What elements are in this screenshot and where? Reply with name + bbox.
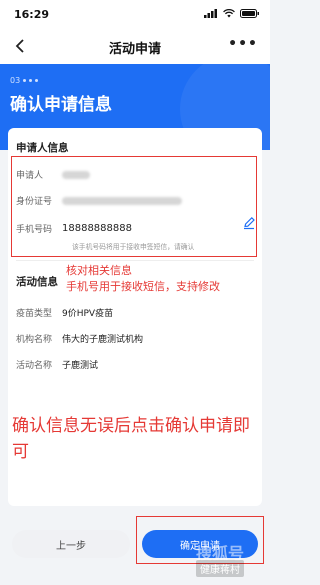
watermark-text: 健康蒋村 (196, 560, 244, 577)
step-indicator: 03 (10, 76, 39, 85)
nav-bar: 活动申请 ••• (0, 28, 270, 64)
annotation-check-info: 核对相关信息 手机号用于接收短信，支持修改 (66, 263, 220, 295)
annotation-line-1: 核对相关信息 (66, 264, 132, 277)
step-number: 03 (10, 76, 21, 85)
institution-label: 机构名称 (16, 335, 53, 345)
status-icons (204, 9, 260, 18)
applicant-highlight-box (11, 156, 257, 257)
vaccine-type-value: 9价HPV疫苗 (62, 309, 114, 319)
status-time: 16:29 (14, 8, 50, 21)
vaccine-type-row: 疫苗类型 9价HPV疫苗 (16, 306, 113, 319)
annotation-line-2: 手机号用于接收短信，支持修改 (66, 280, 220, 293)
activity-section-title: 活动信息 (16, 276, 58, 288)
status-bar: 16:29 (0, 0, 270, 28)
annotation-confirm: 确认信息无误后点击确认申请即可 (12, 416, 250, 462)
activity-name-value: 子鹿测试 (62, 361, 99, 371)
signal-icon (204, 9, 217, 18)
step-title: 确认申请信息 (10, 95, 112, 115)
activity-name-label: 活动名称 (16, 361, 53, 371)
applicant-section-title: 申请人信息 (16, 142, 69, 154)
prev-step-button[interactable]: 上一步 (12, 530, 130, 558)
battery-icon (240, 9, 259, 18)
wifi-icon (223, 9, 235, 18)
more-button[interactable]: ••• (228, 36, 258, 52)
institution-value: 伟大的子鹿测试机构 (62, 335, 144, 345)
institution-row: 机构名称 伟大的子鹿测试机构 (16, 332, 143, 345)
vaccine-type-label: 疫苗类型 (16, 309, 53, 319)
activity-name-row: 活动名称 子鹿测试 (16, 358, 98, 371)
section-divider (16, 260, 254, 261)
